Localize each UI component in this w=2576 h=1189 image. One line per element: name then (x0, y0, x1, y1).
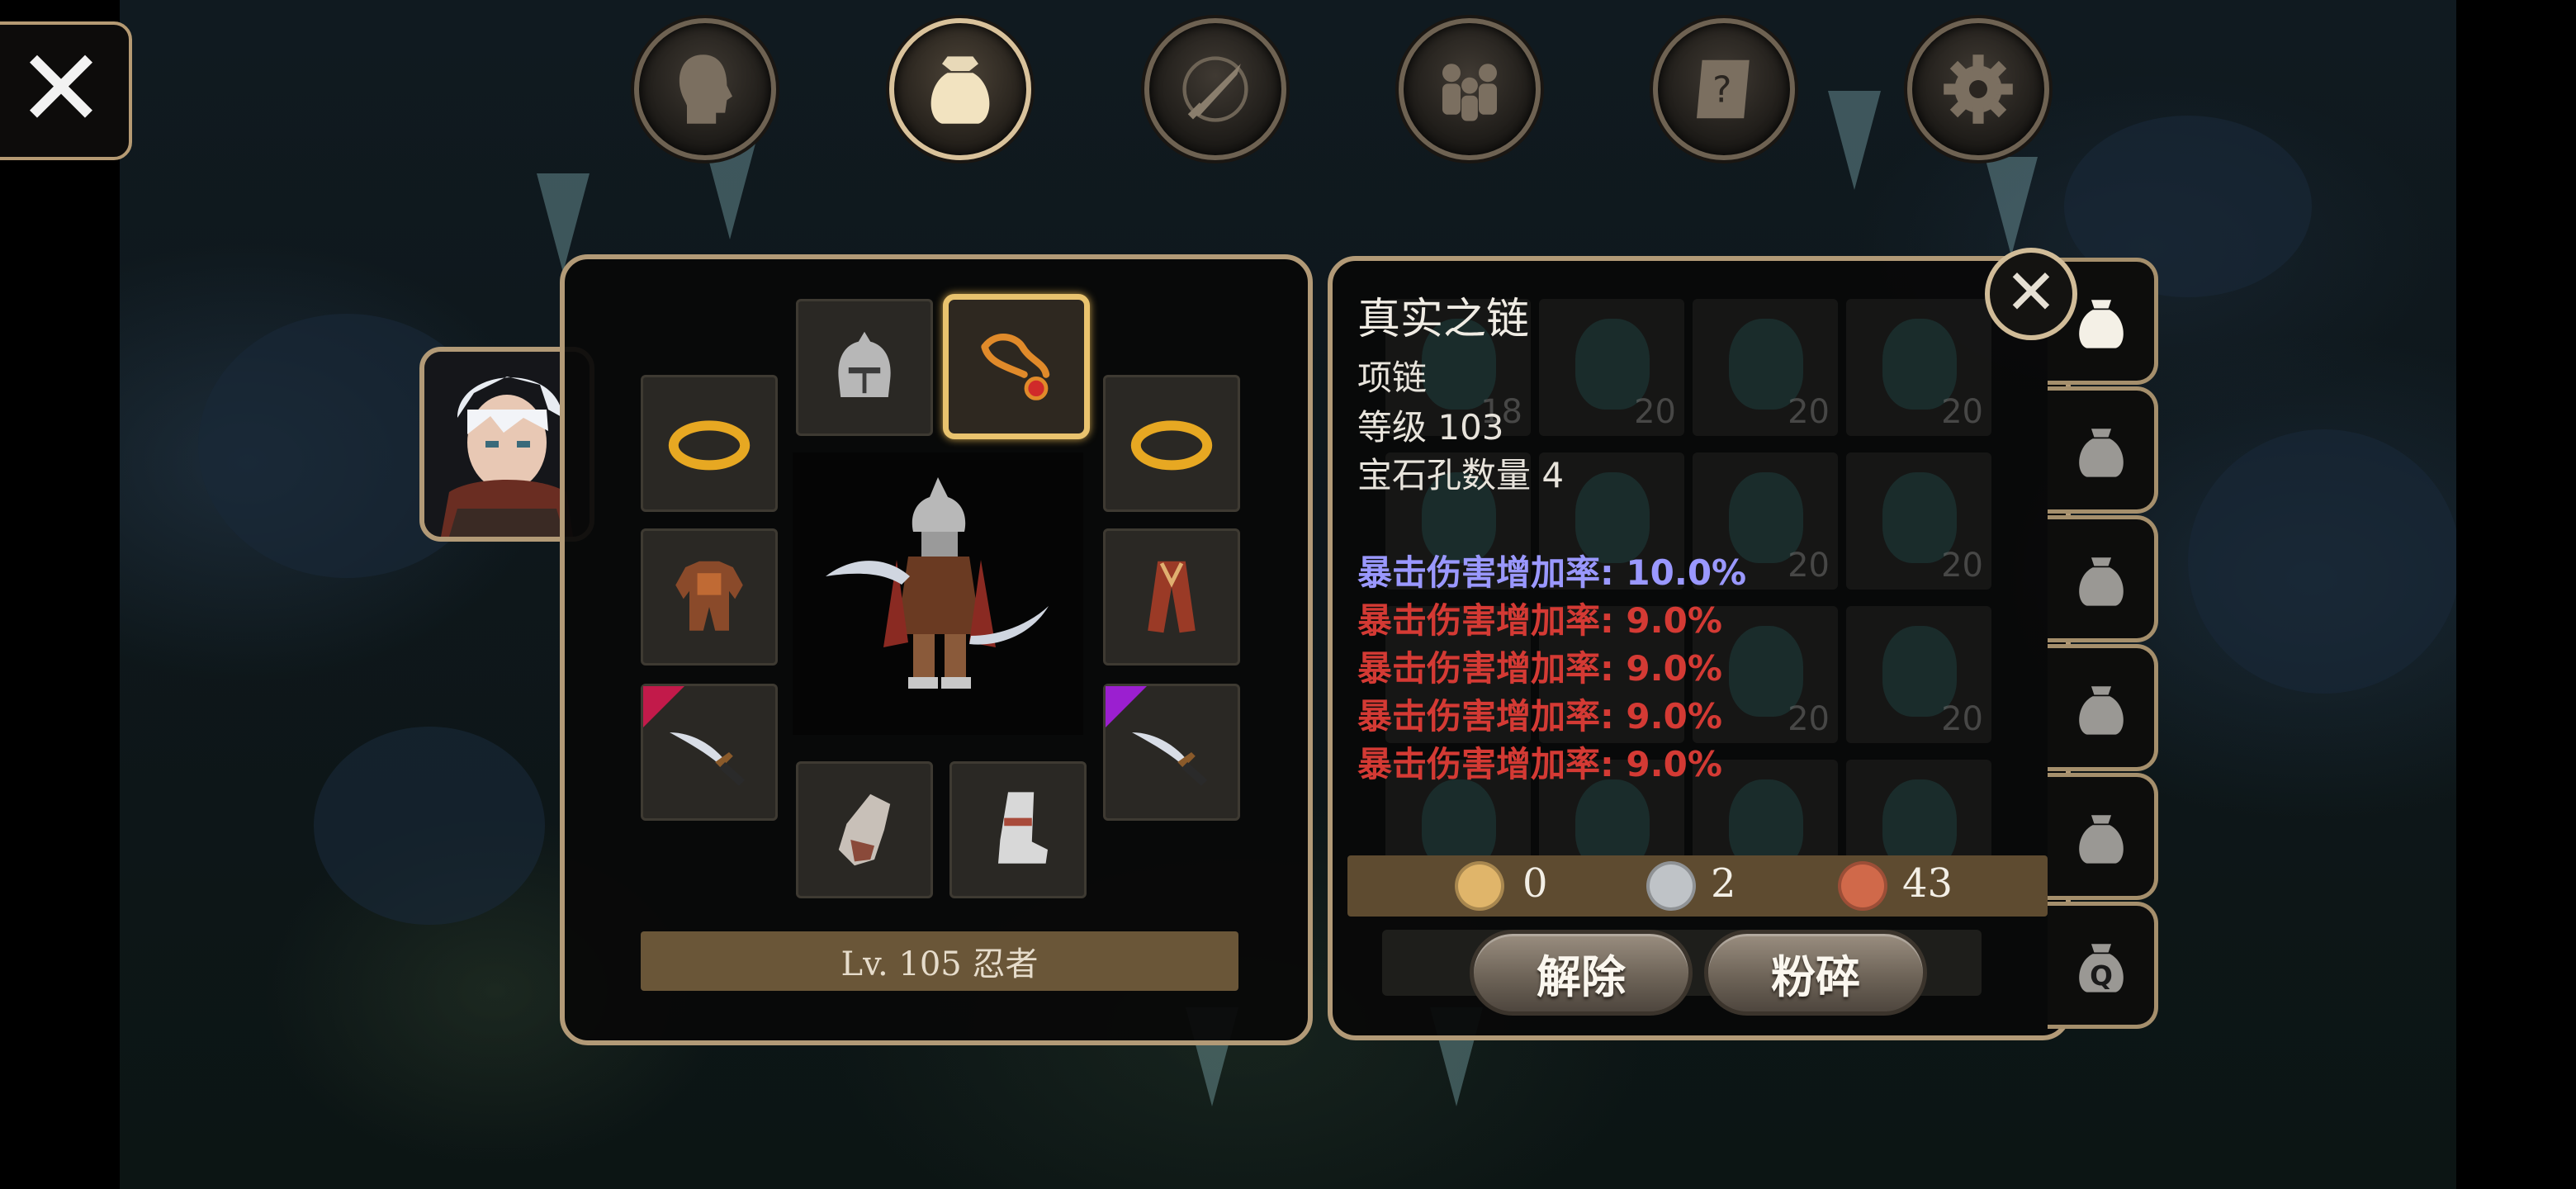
equip-slot-ring-right[interactable] (1103, 375, 1240, 512)
silver-amount: 2 (1711, 860, 1736, 907)
tree-canopy (2188, 429, 2460, 694)
crystal-spike (1828, 91, 1881, 190)
tab-inventory[interactable] (889, 18, 1031, 160)
close-icon: ✕ (16, 26, 107, 151)
party-icon (1442, 64, 1497, 121)
boots-icon (998, 792, 1048, 864)
currency-bar: 0 2 43 (1347, 855, 2048, 917)
rarity-marker (643, 686, 684, 727)
unequip-button[interactable]: 解除 (1470, 930, 1693, 1016)
equip-slot-boots[interactable] (949, 761, 1087, 898)
settings-gear-icon (1944, 54, 2013, 124)
rarity-marker (1106, 686, 1147, 727)
equip-slot-gloves[interactable] (796, 761, 933, 898)
close-icon: ✕ (2005, 255, 2057, 329)
helmet-icon (838, 331, 891, 397)
armor-icon (675, 561, 743, 631)
bag-tab-strip: Q (2048, 258, 2158, 1037)
bag-tab-5[interactable] (2048, 773, 2158, 900)
necklace-icon (981, 334, 1050, 400)
bag-icon (2078, 557, 2124, 606)
tree-canopy (314, 727, 545, 925)
inventory-bag-icon (930, 56, 990, 124)
equip-slot-weapon-right[interactable] (1103, 684, 1240, 821)
quest-bag-label: Q (2090, 960, 2113, 992)
letterbox-right (2456, 0, 2576, 1189)
gauntlet-icon (838, 793, 891, 866)
tab-party[interactable] (1399, 18, 1541, 160)
gold-ring-icon (668, 420, 751, 471)
inventory-slot[interactable]: 20 (1539, 299, 1684, 436)
character-head-icon (679, 54, 732, 124)
item-count: 20 (1788, 547, 1830, 585)
skills-sword-icon (1182, 56, 1248, 122)
stat-line: 暴击伤害增加率: 9.0% (1357, 648, 1722, 689)
bag-icon (2078, 429, 2124, 477)
close-menu-button[interactable]: ✕ (0, 21, 132, 160)
item-count: 20 (1941, 393, 1983, 431)
equip-slot-necklace[interactable] (943, 294, 1090, 439)
quest-scroll-icon: ? (1697, 59, 1750, 119)
equip-slot-cloak[interactable] (1103, 528, 1240, 666)
tab-skills[interactable] (1144, 18, 1286, 160)
svg-text:?: ? (1712, 69, 1731, 111)
equip-slot-ring-left[interactable] (641, 375, 778, 512)
item-count: 20 (1788, 393, 1830, 431)
stat-line: 暴击伤害增加率: 9.0% (1357, 600, 1722, 641)
tab-settings[interactable] (1907, 18, 2049, 160)
bag-tab-3[interactable] (2048, 515, 2158, 642)
item-count: 20 (1788, 700, 1830, 738)
close-item-info-button[interactable]: ✕ (1985, 248, 2077, 340)
quest-bag-icon: Q (2078, 944, 2124, 992)
smash-button[interactable]: 粉碎 (1704, 930, 1927, 1016)
crystal-spike (1985, 157, 2038, 256)
letterbox-left (0, 0, 120, 1189)
item-level: 等级 103 (1357, 407, 1504, 448)
copper-coin-icon (1838, 861, 1887, 911)
tab-character[interactable] (634, 18, 776, 160)
stat-line: 暴击伤害增加率: 9.0% (1357, 696, 1722, 737)
equip-slot-helmet[interactable] (796, 299, 933, 436)
item-type: 项链 (1357, 358, 1428, 398)
stat-line: 暴击伤害增加率: 10.0% (1357, 552, 1747, 593)
item-count: 20 (1634, 393, 1676, 431)
inventory-slot[interactable]: 20 (1846, 299, 1991, 436)
ninja-character-sprite (826, 477, 1049, 689)
equip-slot-weapon-left[interactable] (641, 684, 778, 821)
inventory-slot[interactable]: 20 (1846, 606, 1991, 743)
tab-quests[interactable]: ? (1653, 18, 1795, 160)
bag-tab-quest[interactable]: Q (2048, 902, 2158, 1029)
cloak-icon (1148, 561, 1196, 633)
character-level-class: Lv. 105 忍者 (641, 931, 1238, 991)
bag-tab-2[interactable] (2048, 386, 2158, 514)
gold-coin-icon (1455, 861, 1504, 911)
silver-coin-icon (1646, 861, 1696, 911)
item-name: 真实之链 (1357, 295, 1530, 344)
bag-icon (2078, 815, 2124, 864)
bag-tab-4[interactable] (2048, 644, 2158, 771)
character-preview (793, 452, 1083, 735)
stat-line: 暴击伤害增加率: 9.0% (1357, 744, 1722, 784)
copper-amount: 43 (1902, 860, 1953, 907)
gold-ring-icon (1130, 420, 1213, 471)
item-count: 20 (1941, 700, 1983, 738)
bag-icon (2078, 686, 2124, 735)
inventory-slot[interactable]: 20 (1846, 452, 1991, 590)
gold-amount: 0 (1522, 860, 1548, 907)
item-count: 20 (1941, 547, 1983, 585)
equip-slot-armor[interactable] (641, 528, 778, 666)
item-sockets: 宝石孔数量 4 (1357, 455, 1565, 495)
inventory-slot[interactable]: 20 (1693, 299, 1838, 436)
